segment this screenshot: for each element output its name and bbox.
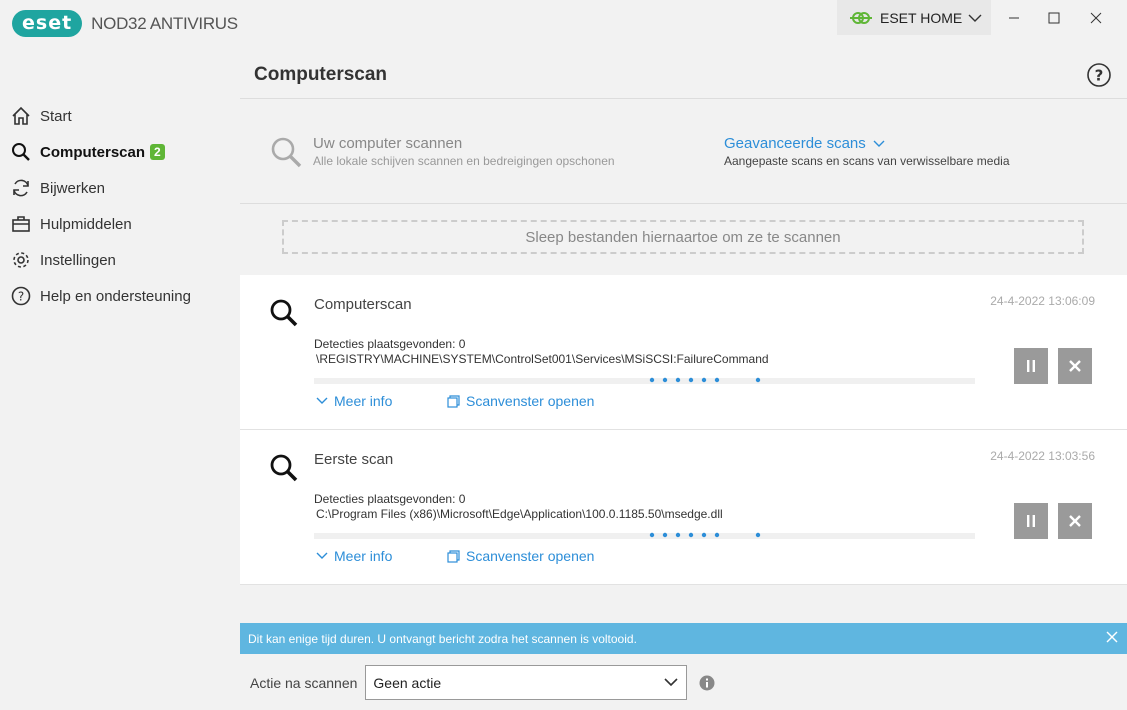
open-scan-window-link[interactable]: Scanvenster openen [447, 548, 594, 564]
scan-detections: Detecties plaatsgevonden: 0 [314, 492, 466, 506]
action-select-value: Geen actie [373, 674, 442, 691]
sidebar-item-label: Help en ondersteuning [40, 287, 191, 305]
chevron-down-icon [873, 140, 885, 147]
eset-logo: eset [12, 10, 83, 37]
briefcase-icon [12, 216, 30, 232]
help-icon: ? [11, 286, 31, 306]
close-icon[interactable] [1105, 630, 1119, 644]
scan-card: Eerste scan 24-4-2022 13:03:56 Detecties… [240, 430, 1127, 585]
advanced-scans-title: Geavanceerde scans [724, 135, 1010, 152]
close-icon [1069, 515, 1081, 527]
advanced-scans-label: Geavanceerde scans [724, 135, 866, 152]
sidebar-item-label: Bijwerken [40, 179, 106, 197]
pause-icon [1027, 515, 1035, 527]
search-icon [270, 299, 298, 327]
scan-computer-subtitle: Alle lokale schijven scannen en bedreigi… [313, 154, 615, 168]
eset-home-label: ESET HOME [880, 9, 963, 26]
sidebar-item-label: Start [40, 107, 72, 125]
more-info-link[interactable]: Meer info [316, 548, 392, 564]
scan-options: Uw computer scannen Alle lokale schijven… [240, 99, 1127, 204]
scan-current-path: \REGISTRY\MACHINE\SYSTEM\ControlSet001\S… [316, 352, 769, 366]
refresh-icon [13, 179, 29, 197]
pause-button[interactable] [1014, 503, 1048, 539]
scan-title: Eerste scan [314, 451, 394, 468]
stop-button[interactable] [1058, 503, 1092, 539]
search-icon [271, 137, 302, 168]
chevron-down-icon [316, 552, 328, 559]
scan-computer-title: Uw computer scannen [313, 135, 463, 152]
window-icon [447, 549, 460, 563]
scan-title: Computerscan [314, 296, 412, 313]
progress-dots [649, 532, 761, 538]
more-info-link[interactable]: Meer info [316, 393, 392, 409]
sidebar-item-instellingen[interactable]: Instellingen [0, 242, 240, 278]
scan-computer-option[interactable]: Uw computer scannen Alle lokale schijven… [270, 135, 615, 170]
app-logo: eset NOD32 ANTIVIRUS [12, 10, 238, 37]
post-scan-action-select[interactable]: Geen actie [365, 665, 688, 700]
action-label: Actie na scannen [250, 674, 358, 691]
chevron-down-icon [664, 678, 678, 687]
more-info-label: Meer info [334, 393, 393, 409]
sidebar-item-start[interactable]: Start [0, 98, 240, 134]
info-message: Dit kan enige tijd duren. U ontvangt ber… [248, 631, 637, 646]
gear-icon [13, 252, 29, 268]
scan-date: 24-4-2022 13:06:09 [990, 294, 1095, 308]
sidebar-item-label: Computerscan [40, 143, 146, 161]
scan-detections: Detecties plaatsgevonden: 0 [314, 337, 466, 351]
maximize-icon [1048, 12, 1060, 23]
search-icon [12, 143, 30, 161]
scan-card: Computerscan 24-4-2022 13:06:09 Detectie… [240, 275, 1127, 430]
scan-date: 24-4-2022 13:03:56 [990, 449, 1095, 463]
count-badge: 2 [150, 144, 165, 160]
window-icon [447, 394, 460, 408]
product-name: NOD32 ANTIVIRUS [91, 13, 238, 33]
chevron-down-icon [968, 14, 982, 22]
stop-button[interactable] [1058, 348, 1092, 384]
sidebar-item-label: Instellingen [40, 251, 116, 269]
scan-current-path: C:\Program Files (x86)\Microsoft\Edge\Ap… [316, 507, 723, 521]
chevron-down-icon [316, 397, 328, 404]
open-scan-window-label: Scanvenster openen [466, 548, 595, 564]
eset-home-button[interactable]: ESET HOME [837, 0, 991, 35]
sidebar-item-bijwerken[interactable]: Bijwerken [0, 170, 240, 206]
pause-button[interactable] [1014, 348, 1048, 384]
sidebar-item-computerscan[interactable]: Computerscan 2 [0, 134, 240, 170]
pause-icon [1027, 360, 1035, 372]
info-notification-bar: Dit kan enige tijd duren. U ontvangt ber… [240, 623, 1127, 654]
help-button-icon[interactable]: ? [1086, 62, 1112, 88]
file-dropzone[interactable]: Sleep bestanden hiernaartoe om ze te sca… [282, 220, 1084, 254]
close-icon [1090, 12, 1102, 23]
home-icon [12, 106, 30, 125]
sidebar-item-label: Hulpmiddelen [40, 215, 132, 233]
advanced-scans-subtitle: Aangepaste scans en scans van verwisselb… [724, 154, 1010, 168]
svg-text:?: ? [18, 290, 24, 304]
maximize-button[interactable] [1036, 0, 1072, 35]
post-scan-action-row: Actie na scannen Geen actie [250, 665, 715, 700]
progress-dots [649, 377, 761, 383]
open-scan-window-link[interactable]: Scanvenster openen [447, 393, 594, 409]
open-scan-window-label: Scanvenster openen [466, 393, 595, 409]
minimize-button[interactable] [996, 0, 1032, 35]
title-bar: eset NOD32 ANTIVIRUS ESET HOME [0, 0, 1127, 46]
link-icon [850, 11, 872, 24]
minimize-icon [1009, 17, 1019, 18]
sidebar: Start Computerscan 2 Bijwerken Hulpmidde… [0, 98, 240, 314]
sidebar-item-hulpmiddelen[interactable]: Hulpmiddelen [0, 206, 240, 242]
sidebar-item-help[interactable]: ? Help en ondersteuning [0, 278, 240, 314]
info-icon[interactable] [699, 675, 715, 691]
page-title: Computerscan [254, 64, 388, 85]
close-icon [1069, 360, 1081, 372]
svg-text:?: ? [1095, 67, 1104, 85]
search-icon [270, 454, 298, 482]
advanced-scans-option[interactable]: Geavanceerde scans Aangepaste scans en s… [724, 135, 1010, 168]
close-button[interactable] [1078, 0, 1114, 35]
more-info-label: Meer info [334, 548, 393, 564]
